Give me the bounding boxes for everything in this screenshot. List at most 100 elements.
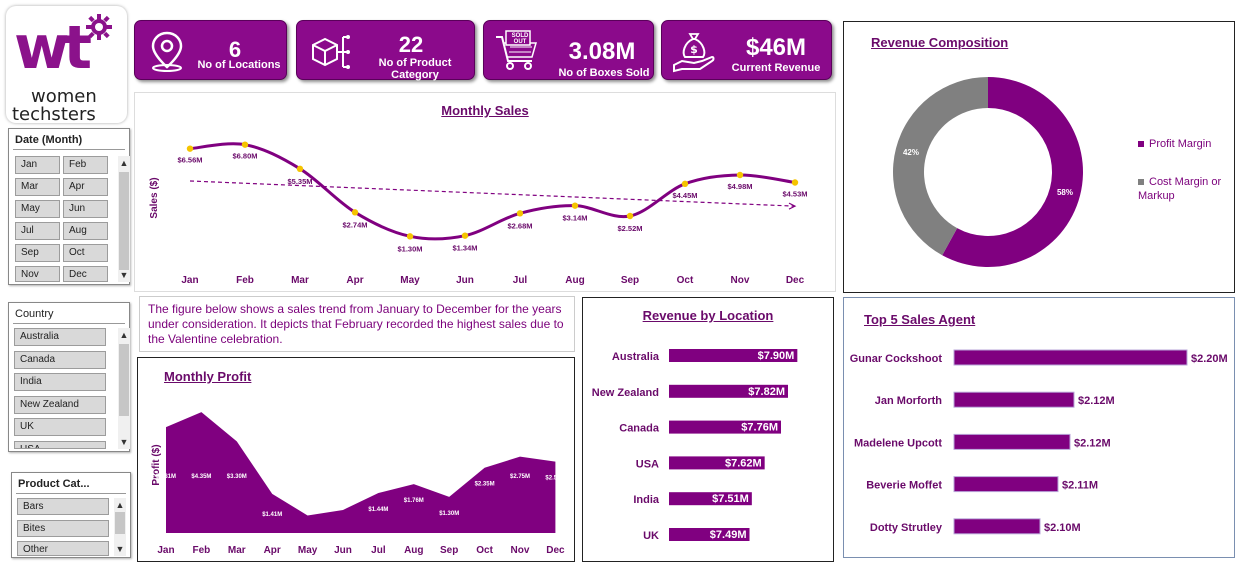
x-tick-label: Sep	[440, 545, 458, 556]
data-label: $4.98M	[727, 182, 752, 191]
scroll-thumb[interactable]	[119, 172, 129, 270]
data-label: $6.56M	[177, 156, 202, 165]
profit-area	[166, 412, 556, 533]
scroll-thumb[interactable]	[115, 512, 125, 534]
country-slicer[interactable]: Country Australia Canada India New Zealand U…	[8, 302, 130, 452]
slicer-item-jun[interactable]: Jun	[63, 200, 108, 218]
sales-point-sep	[626, 212, 634, 220]
date-slicer-scrollbar[interactable]: ▲ ▼	[118, 156, 130, 282]
x-tick-label: Apr	[264, 545, 281, 556]
data-label: $1.76M	[404, 498, 424, 504]
slicer-item-canada[interactable]: Canada	[14, 350, 106, 369]
date-month-slicer[interactable]: Date (Month) Jan Feb Mar Apr May Jun Jul Aug Sep…	[8, 128, 130, 285]
data-label: $4.35M	[191, 474, 211, 480]
slicer-item-aug[interactable]: Aug	[63, 222, 108, 240]
category-label: Gunar Cockshoot	[850, 353, 943, 365]
svg-text:$: $	[690, 43, 698, 56]
product-slicer-scrollbar[interactable]: ▲ ▼	[114, 498, 126, 556]
slicer-item-uk[interactable]: UK	[14, 418, 106, 436]
slicer-header-divider	[13, 149, 125, 150]
slicer-item-new-zealand[interactable]: New Zealand	[14, 395, 106, 414]
x-tick-label: Jul	[513, 275, 528, 286]
category-label: Madelene Upcott	[854, 437, 942, 449]
data-label: $4.53M	[782, 190, 807, 199]
x-tick-label: Dec	[546, 545, 565, 556]
monthly-profit-panel: Monthly Profit Profit ($) $3.81M Jan $4.35M…	[137, 357, 575, 562]
data-label: $3.81M	[156, 474, 176, 480]
data-label: $2.12M	[1074, 437, 1111, 449]
product-slicer-title: Product Cat...	[18, 478, 90, 490]
slicer-item-bars[interactable]: Bars	[17, 498, 109, 515]
kpi-product-category-value: 22	[398, 32, 424, 57]
x-tick-label: Feb	[193, 545, 211, 556]
x-tick-label: Jan	[181, 275, 198, 286]
slicer-item-india[interactable]: India	[14, 373, 106, 391]
monthly-sales-chart: Sales ($) $6.56M Jan $6.80M Feb $5.35M Mar $2.7…	[149, 141, 808, 286]
x-tick-label: Aug	[404, 545, 423, 556]
country-slicer-title: Country	[15, 308, 54, 320]
data-label: $7.51M	[712, 493, 749, 505]
slicer-item-usa[interactable]: USA	[14, 440, 106, 449]
slicer-item-australia[interactable]: Australia	[14, 328, 106, 346]
category-label: Jan Morforth	[875, 395, 943, 407]
chevron-down-icon[interactable]: ▼	[118, 437, 130, 447]
x-tick-label: Aug	[565, 275, 584, 286]
data-label: $3.14M	[562, 214, 587, 223]
sales-point-jan	[186, 145, 194, 152]
monthly-sales-panel: Monthly Sales Sales ($) $6.56M Jan $6.80M Fe…	[134, 92, 836, 292]
scroll-thumb[interactable]	[119, 344, 129, 416]
slicer-item-jul[interactable]: Jul	[15, 222, 60, 240]
top-sales-agent-chart: $2.20M Gunar Cockshoot $2.12M Jan Morforth $…	[850, 349, 1228, 535]
sales-point-apr	[351, 209, 359, 216]
slicer-item-oct[interactable]: Oct	[63, 244, 108, 262]
x-tick-label: Jan	[157, 545, 174, 556]
slicer-header-divider	[16, 493, 126, 494]
slicer-item-jan[interactable]: Jan	[15, 156, 60, 174]
slicer-item-feb[interactable]: Feb	[63, 156, 108, 174]
slicer-item-nov[interactable]: Nov	[15, 266, 60, 282]
x-tick-label: Dec	[786, 275, 805, 286]
data-label: $2.68M	[507, 221, 532, 230]
chevron-down-icon[interactable]: ▼	[114, 544, 126, 554]
chevron-up-icon[interactable]: ▲	[118, 330, 130, 340]
slicer-item-other[interactable]: Other	[17, 541, 109, 556]
x-tick-label: Sep	[621, 275, 639, 286]
slicer-item-dec[interactable]: Dec	[63, 266, 108, 282]
trendline	[189, 180, 796, 207]
women-techsters-logo: wt women techsters	[6, 6, 127, 125]
legend-swatch	[1138, 179, 1144, 186]
chevron-down-icon[interactable]: ▼	[118, 270, 130, 280]
x-tick-label: Apr	[346, 275, 363, 286]
slicer-item-bites[interactable]: Bites	[17, 519, 109, 537]
data-label: $2.10M	[1044, 522, 1081, 534]
sales-point-aug	[571, 202, 579, 209]
category-label: India	[633, 494, 660, 506]
data-label: $3.30M	[227, 474, 247, 480]
data-label: $2.12M	[1078, 395, 1115, 407]
y-axis-label: Sales ($)	[149, 177, 160, 218]
sales-point-may	[406, 233, 414, 240]
slicer-item-sep[interactable]: Sep	[15, 244, 60, 262]
x-tick-label: Mar	[228, 545, 246, 556]
kpi-boxes-sold-label: No of Boxes Sold	[558, 67, 650, 79]
data-label: 58%	[1057, 188, 1073, 197]
kpi-revenue-value: $46M	[745, 34, 807, 61]
logo-wt-mark: wt	[14, 13, 92, 83]
slicer-item-apr[interactable]: Apr	[63, 178, 108, 196]
top-sales-agent-panel: Top 5 Sales Agent $2.20M Gunar Cockshoot $…	[843, 297, 1235, 558]
slicer-item-may[interactable]: May	[15, 200, 60, 218]
country-slicer-scrollbar[interactable]: ▲ ▼	[118, 328, 130, 449]
data-label: $1.44M	[368, 507, 388, 513]
data-label: $1.30M	[397, 244, 422, 253]
chevron-up-icon[interactable]: ▲	[114, 500, 126, 510]
bar-dotty-strutley	[953, 518, 1041, 535]
x-tick-label: Oct	[677, 275, 694, 286]
slicer-item-mar[interactable]: Mar	[15, 178, 60, 196]
kpi-boxes-sold-value: 3.08M	[568, 38, 636, 65]
date-slicer-title: Date (Month)	[15, 134, 83, 146]
x-tick-label: Feb	[236, 275, 254, 286]
product-category-slicer[interactable]: Product Cat... Bars Bites Other ▲ ▼	[11, 472, 131, 558]
data-label: $2.52M	[617, 224, 642, 233]
data-label: $1.30M	[439, 511, 459, 517]
chevron-up-icon[interactable]: ▲	[118, 158, 130, 168]
